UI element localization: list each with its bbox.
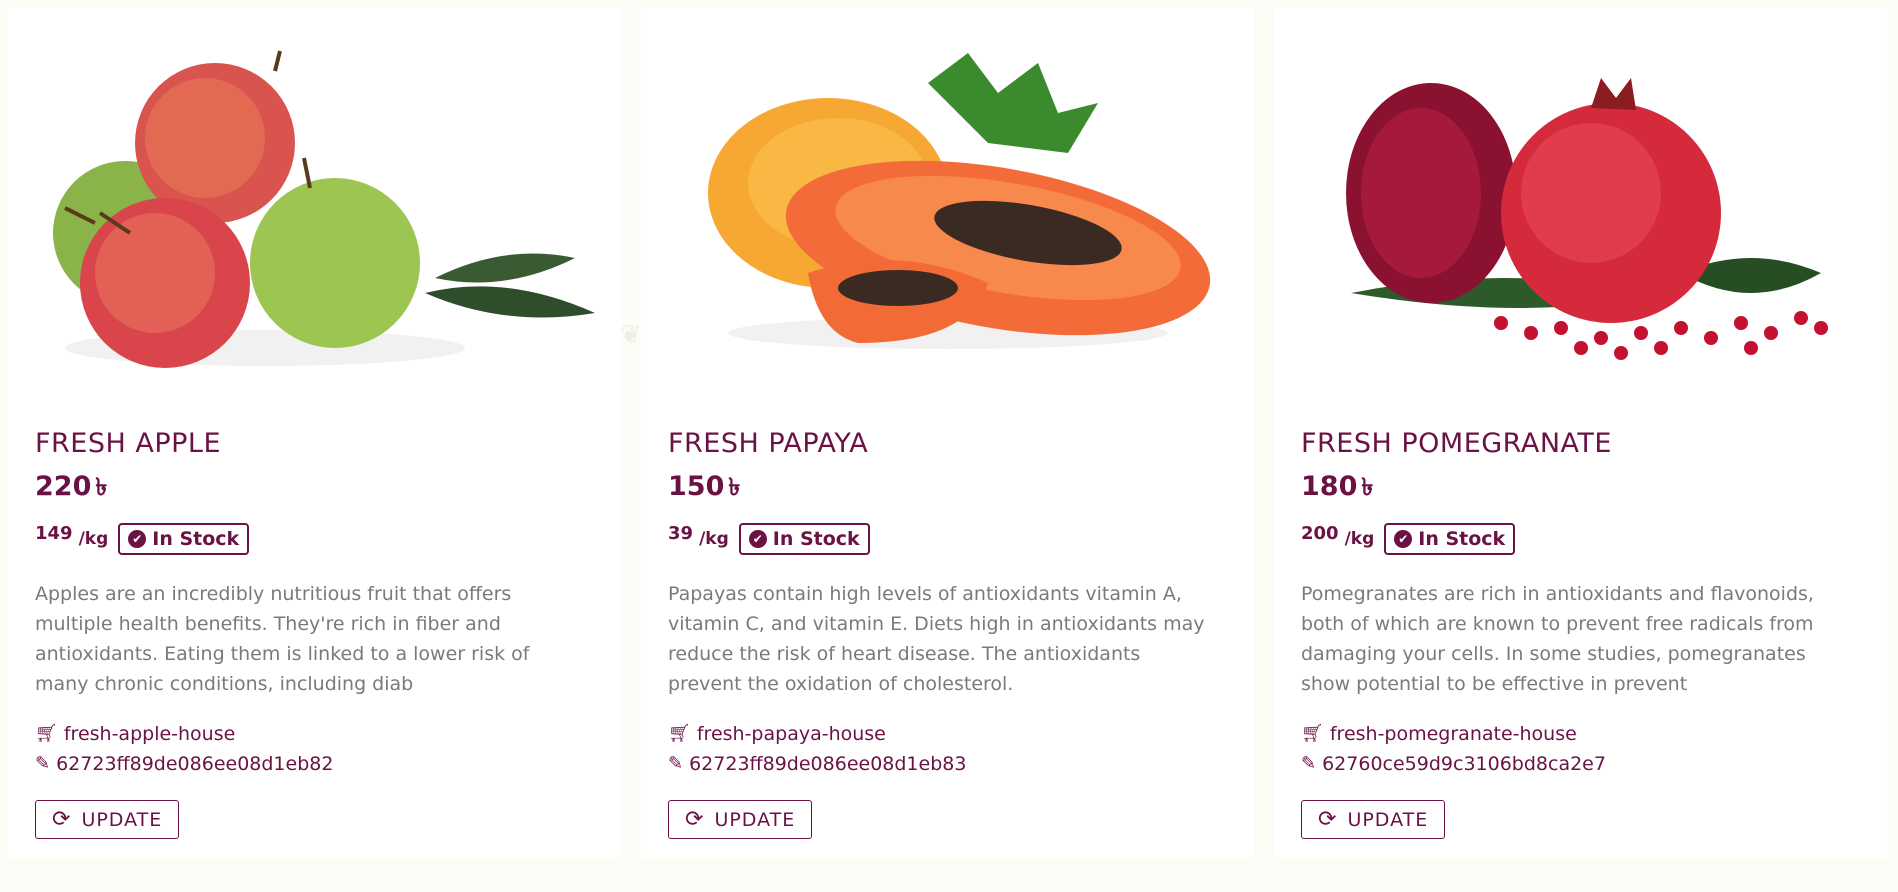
unit-label: /kg: [78, 529, 109, 549]
supplier-line: 🛒︎ fresh-papaya-house: [668, 719, 1254, 749]
product-grid: FRESH APPLE 220 ৳ 149 /kg ✔ In Stock Appl…: [8, 8, 1887, 858]
product-meta: 🛒︎ fresh-papaya-house ✎ 62723ff89de086ee…: [668, 719, 1254, 779]
quantity-value: 149: [35, 522, 73, 544]
product-card: FRESH PAPAYA 150 ৳ 39 /kg ✔ In Stock Papa…: [641, 8, 1254, 858]
stock-row: 149 /kg ✔ In Stock: [35, 523, 621, 555]
quantity-value: 200: [1301, 522, 1339, 544]
product-image-pomegranate: [1301, 8, 1861, 408]
update-button[interactable]: ⟳ UPDATE: [668, 800, 813, 839]
price-value: 180: [1301, 471, 1358, 502]
sync-icon: ⟳: [1318, 807, 1338, 832]
supplier-name: fresh-apple-house: [63, 723, 236, 745]
update-button[interactable]: ⟳ UPDATE: [35, 800, 180, 839]
product-id: 62760ce59d9c3106bd8ca2e7: [1322, 753, 1606, 775]
edit-icon: ✎: [1301, 753, 1317, 774]
id-line: ✎ 62723ff89de086ee08d1eb82: [35, 749, 621, 779]
quantity-value: 39: [668, 522, 694, 544]
price-value: 220: [35, 471, 92, 502]
supplier-name: fresh-pomegranate-house: [1329, 723, 1577, 745]
product-description: Pomegranates are rich in antioxidants an…: [1301, 583, 1814, 695]
price-value: 150: [668, 471, 725, 502]
currency-icon: ৳: [728, 473, 741, 501]
stock-badge: ✔ In Stock: [738, 523, 870, 555]
stock-badge: ✔ In Stock: [118, 523, 250, 555]
edit-icon: ✎: [35, 753, 51, 774]
product-description: Papayas contain high levels of antioxida…: [668, 583, 1205, 695]
stock-row: 39 /kg ✔ In Stock: [668, 523, 1254, 555]
edit-icon: ✎: [668, 753, 684, 774]
stock-badge: ✔ In Stock: [1384, 523, 1516, 555]
shopping-cart-icon: 🛒︎: [668, 723, 691, 744]
shopping-cart-icon: 🛒︎: [1301, 723, 1324, 744]
product-image-papaya: [668, 8, 1228, 408]
product-price: 220 ৳: [35, 469, 621, 509]
check-circle-icon: ✔: [1394, 530, 1413, 548]
product-description: Apples are an incredibly nutritious frui…: [35, 583, 530, 695]
update-button-label: UPDATE: [714, 808, 796, 831]
product-price: 150 ৳: [668, 469, 1254, 509]
product-card: FRESH APPLE 220 ৳ 149 /kg ✔ In Stock Appl…: [8, 8, 621, 858]
supplier-name: fresh-papaya-house: [696, 723, 886, 745]
unit-label: /kg: [699, 529, 729, 549]
stock-label: In Stock: [1418, 528, 1506, 550]
product-title: FRESH PAPAYA: [668, 428, 869, 459]
update-button[interactable]: ⟳ UPDATE: [1301, 800, 1446, 839]
update-button-label: UPDATE: [81, 808, 163, 831]
product-card: FRESH POMEGRANATE 180 ৳ 200 /kg ✔ In Stoc…: [1274, 8, 1887, 858]
update-button-label: UPDATE: [1347, 808, 1429, 831]
product-id: 62723ff89de086ee08d1eb82: [56, 753, 334, 775]
product-image-apple: [35, 8, 595, 408]
sync-icon: ⟳: [52, 807, 72, 832]
stock-label: In Stock: [772, 528, 860, 550]
product-id: 62723ff89de086ee08d1eb83: [689, 753, 967, 775]
product-title: FRESH POMEGRANATE: [1301, 428, 1612, 459]
currency-icon: ৳: [1361, 473, 1374, 501]
product-price: 180 ৳: [1301, 469, 1887, 509]
supplier-line: 🛒︎ fresh-pomegranate-house: [1301, 719, 1887, 749]
id-line: ✎ 62723ff89de086ee08d1eb83: [668, 749, 1254, 779]
supplier-line: 🛒︎ fresh-apple-house: [35, 719, 621, 749]
check-circle-icon: ✔: [128, 530, 147, 548]
shopping-cart-icon: 🛒︎: [35, 723, 58, 744]
product-meta: 🛒︎ fresh-apple-house ✎ 62723ff89de086ee0…: [35, 719, 621, 779]
sync-icon: ⟳: [685, 807, 705, 832]
currency-icon: ৳: [95, 473, 108, 501]
product-meta: 🛒︎ fresh-pomegranate-house ✎ 62760ce59d9…: [1301, 719, 1887, 779]
stock-label: In Stock: [152, 528, 240, 550]
product-title: FRESH APPLE: [35, 428, 222, 459]
check-circle-icon: ✔: [748, 530, 767, 548]
stock-row: 200 /kg ✔ In Stock: [1301, 523, 1887, 555]
id-line: ✎ 62760ce59d9c3106bd8ca2e7: [1301, 749, 1887, 779]
unit-label: /kg: [1344, 529, 1375, 549]
